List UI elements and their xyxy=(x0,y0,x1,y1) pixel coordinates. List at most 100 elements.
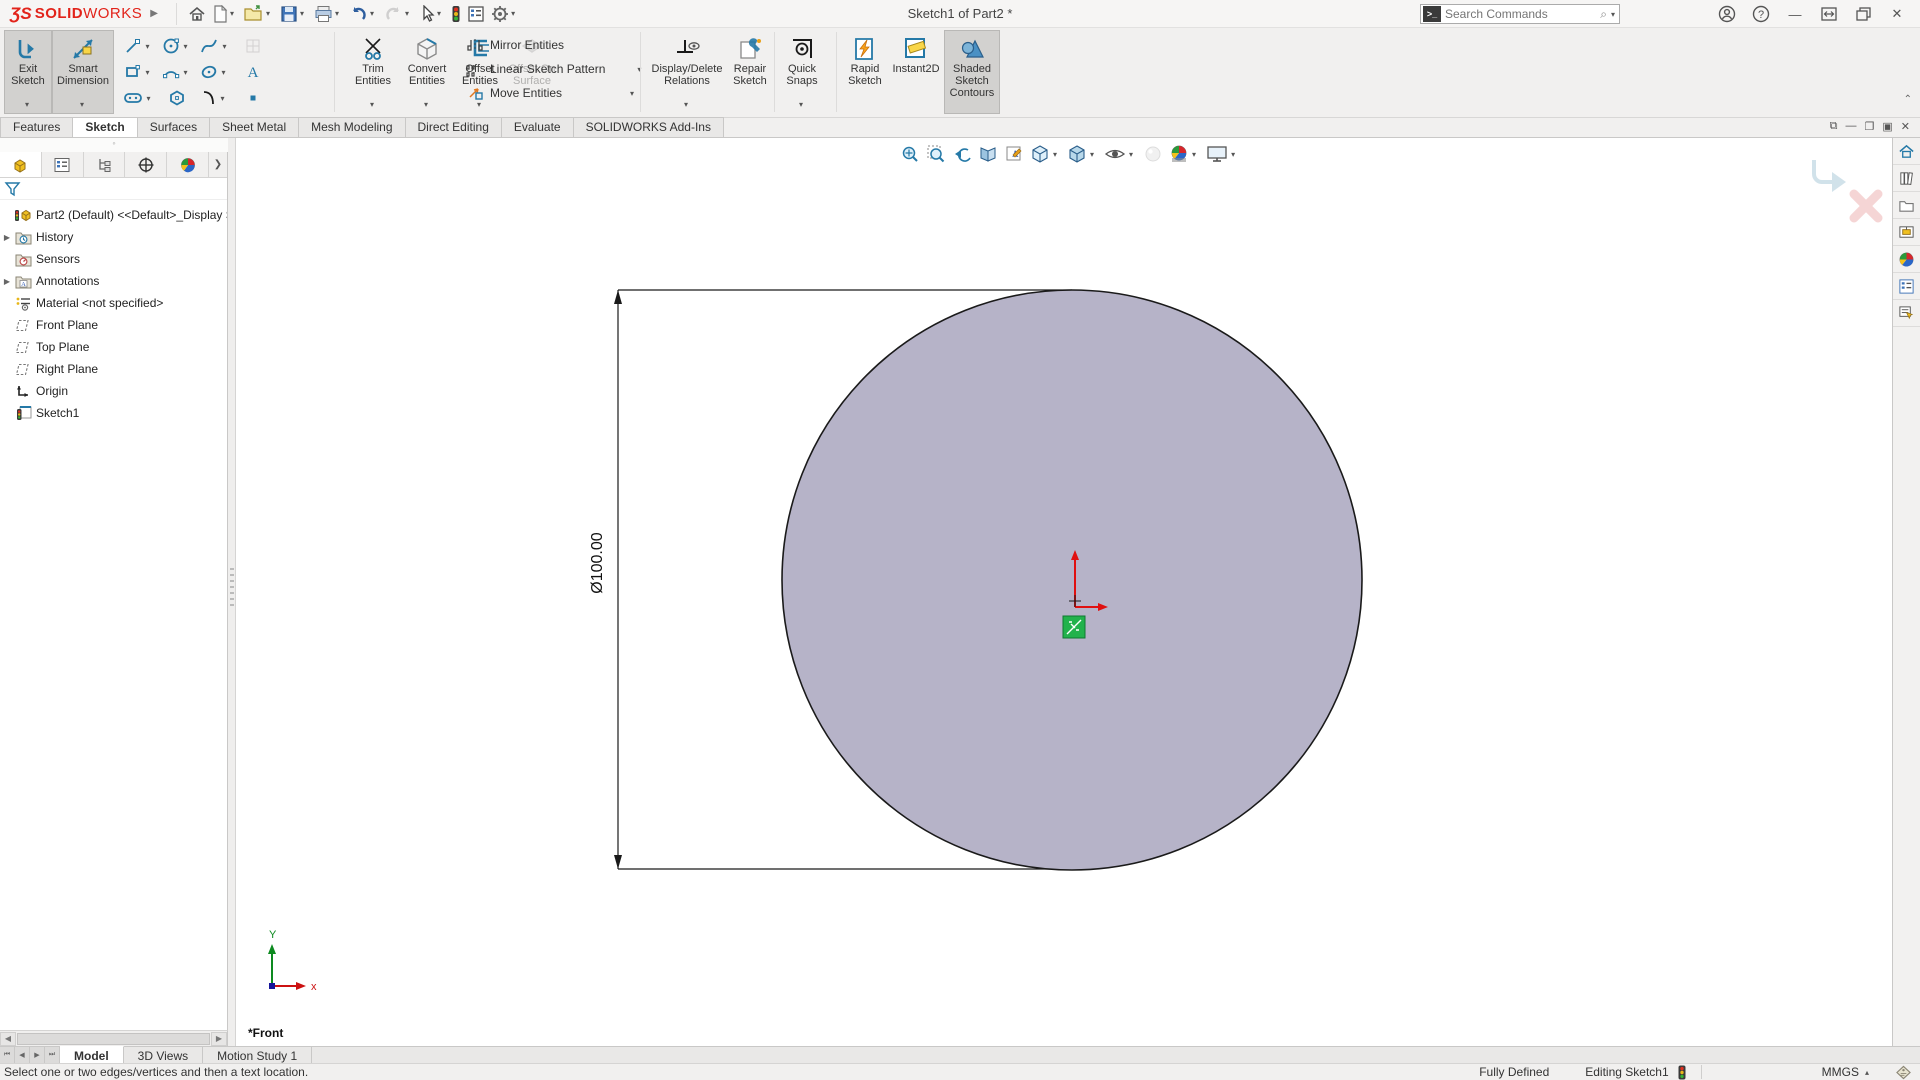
view-palette-button[interactable] xyxy=(1893,219,1920,246)
stretch-button[interactable] xyxy=(1814,2,1844,26)
doc-close-icon[interactable]: ✕ xyxy=(1901,120,1910,133)
dropdown-icon[interactable]: ▾ xyxy=(146,94,150,103)
tree-item-origin[interactable]: Origin xyxy=(0,380,227,402)
panel-horizontal-scrollbar[interactable]: ◀ ▶ xyxy=(0,1030,228,1046)
expand-caret-icon[interactable]: ▶ xyxy=(0,233,14,242)
dropdown-icon[interactable]: ▾ xyxy=(1053,150,1057,159)
design-library-button[interactable] xyxy=(1893,165,1920,192)
tree-root-part[interactable]: Part2 (Default) <<Default>_Display Sta xyxy=(0,204,227,226)
display-style-button[interactable]: ▾ xyxy=(1067,144,1098,164)
tab-features[interactable]: Features xyxy=(0,117,73,137)
tab-direct-editing[interactable]: Direct Editing xyxy=(405,117,502,137)
smart-dimension-button[interactable]: Smart Dimension ▾ xyxy=(52,30,114,114)
dropdown-icon[interactable]: ▾ xyxy=(630,89,634,98)
doc-maximize-icon[interactable]: ▣ xyxy=(1882,120,1892,133)
forum-button[interactable] xyxy=(1893,300,1920,327)
instant2d-button[interactable]: Instant2D xyxy=(888,30,944,114)
dropdown-icon[interactable]: ▾ xyxy=(222,42,226,51)
save-button[interactable]: ▾ xyxy=(277,2,311,26)
search-input[interactable] xyxy=(1445,7,1600,21)
splitter-grip[interactable] xyxy=(230,568,234,608)
dropdown-icon[interactable]: ▾ xyxy=(183,42,187,51)
appearances-scenes-button[interactable] xyxy=(1893,246,1920,273)
dropdown-icon[interactable]: ▾ xyxy=(1192,150,1196,159)
view-orientation-button[interactable]: ▾ xyxy=(1030,144,1061,164)
sketch-canvas[interactable]: Ø100.00 Y x xyxy=(236,138,1892,1046)
options-button[interactable]: ▾ xyxy=(488,2,522,26)
shaded-sketch-contours-button[interactable]: Shaded Sketch Contours xyxy=(944,30,1000,114)
polygon-tool-button[interactable] xyxy=(158,85,196,111)
point-tool-button[interactable] xyxy=(234,85,272,111)
dropdown-icon[interactable]: ▾ xyxy=(300,9,304,18)
tab-sketch[interactable]: Sketch xyxy=(72,117,137,137)
dropdown-icon[interactable]: ▾ xyxy=(1231,150,1235,159)
hide-show-items-button[interactable]: ▾ xyxy=(1104,144,1137,164)
dropdown-icon[interactable]: ▾ xyxy=(684,99,688,111)
doc-split-icon[interactable]: ⧉ xyxy=(1830,120,1838,133)
slot-tool-button[interactable]: ▾ xyxy=(120,85,158,111)
convert-entities-button[interactable]: Convert Entities ▾ xyxy=(400,30,454,114)
search-dropdown-icon[interactable]: ▾ xyxy=(1611,10,1615,19)
previous-view-button[interactable] xyxy=(952,144,972,164)
dropdown-icon[interactable]: ▾ xyxy=(220,94,224,103)
cancel-sketch-icon[interactable] xyxy=(1854,194,1878,218)
mirror-entities-button[interactable]: Mirror Entities xyxy=(466,34,645,56)
dropdown-icon[interactable]: ▾ xyxy=(511,9,515,18)
dropdown-icon[interactable]: ▾ xyxy=(405,9,409,18)
tab-mesh-modeling[interactable]: Mesh Modeling xyxy=(298,117,405,137)
ellipse-tool-button[interactable]: ▾ xyxy=(196,59,234,85)
tree-item-annotations[interactable]: ▶ A Annotations xyxy=(0,270,227,292)
restore-button[interactable] xyxy=(1848,2,1878,26)
tab-solidworks-addins[interactable]: SOLIDWORKS Add-Ins xyxy=(573,117,724,137)
tab-surfaces[interactable]: Surfaces xyxy=(137,117,210,137)
status-units[interactable]: MMGS xyxy=(1822,1065,1859,1079)
print-button[interactable]: ▾ xyxy=(311,2,346,26)
relation-badge[interactable] xyxy=(1063,616,1085,638)
file-explorer-button[interactable] xyxy=(1893,192,1920,219)
status-tag-icon[interactable] xyxy=(1895,1065,1912,1080)
dropdown-icon[interactable]: ▾ xyxy=(370,9,374,18)
taskpane-home-button[interactable] xyxy=(1893,138,1920,165)
tree-item-material[interactable]: Material <not specified> xyxy=(0,292,227,314)
graphics-viewport[interactable]: Ø100.00 Y x xyxy=(236,138,1892,1046)
tab-displaymanager[interactable] xyxy=(167,152,209,177)
dropdown-icon[interactable]: ▾ xyxy=(437,9,441,18)
rebuild-button[interactable] xyxy=(448,2,464,26)
search-commands-box[interactable]: >_ ⌕ ▾ xyxy=(1420,4,1620,24)
tree-item-right-plane[interactable]: Right Plane xyxy=(0,358,227,380)
tab-scroll-left-icon[interactable]: ◀ xyxy=(15,1047,30,1063)
dropdown-icon[interactable]: ▾ xyxy=(799,99,803,111)
linear-sketch-pattern-button[interactable]: Linear Sketch Pattern ▾ xyxy=(466,58,645,80)
panel-splitter[interactable] xyxy=(228,138,236,1046)
doc-minimize-icon[interactable]: — xyxy=(1846,120,1857,133)
tab-propertymanager[interactable] xyxy=(42,152,84,177)
quick-snaps-button[interactable]: Quick Snaps ▾ xyxy=(780,30,824,114)
expand-caret-icon[interactable]: ▶ xyxy=(0,277,14,286)
tab-scroll-first-icon[interactable]: ⏮ xyxy=(0,1047,15,1063)
tree-item-front-plane[interactable]: Front Plane xyxy=(0,314,227,336)
exit-sketch-corner-icon[interactable] xyxy=(1814,160,1832,182)
tab-model[interactable]: Model xyxy=(60,1046,124,1063)
scrollbar-thumb[interactable] xyxy=(17,1033,210,1045)
tree-item-top-plane[interactable]: Top Plane xyxy=(0,336,227,358)
display-delete-relations-button[interactable]: Display/Delete Relations ▾ xyxy=(648,30,726,114)
units-dropdown-icon[interactable]: ▴ xyxy=(1865,1068,1869,1077)
fillet-tool-button[interactable]: ▾ xyxy=(196,85,234,111)
open-button[interactable]: ▾ xyxy=(241,2,277,26)
dropdown-icon[interactable]: ▾ xyxy=(266,9,270,18)
undo-button[interactable]: ▾ xyxy=(346,2,381,26)
dropdown-icon[interactable]: ▾ xyxy=(80,99,84,111)
panel-tab-expand-icon[interactable]: ❯ xyxy=(209,152,227,177)
dropdown-icon[interactable]: ▾ xyxy=(25,99,29,111)
annotation-views-button[interactable]: A xyxy=(1004,144,1024,164)
exit-sketch-corner-arrow[interactable] xyxy=(1832,172,1846,192)
line-tool-button[interactable]: ▾ xyxy=(120,33,158,59)
tab-3d-views[interactable]: 3D Views xyxy=(124,1047,203,1063)
panel-pin-icon[interactable]: ◦ xyxy=(112,138,115,148)
tab-scroll-right-icon[interactable]: ▶ xyxy=(30,1047,45,1063)
dropdown-icon[interactable]: ▾ xyxy=(183,68,187,77)
tab-scroll-last-icon[interactable]: ⏭ xyxy=(45,1047,60,1063)
sketch-circle[interactable] xyxy=(782,290,1362,870)
menu-expand-icon[interactable]: ▶ xyxy=(150,8,158,19)
dropdown-icon[interactable]: ▾ xyxy=(424,99,428,111)
